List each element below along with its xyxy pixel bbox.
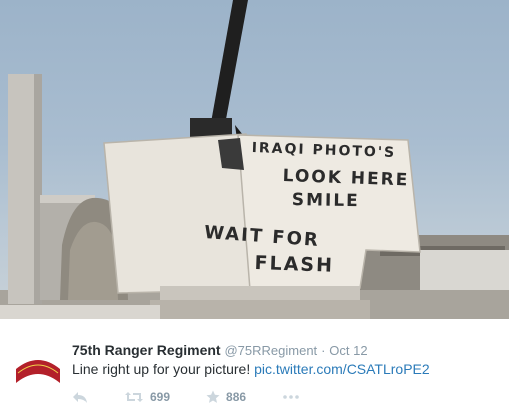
retweet-count: 699 [150,390,171,404]
sign-line-5: FLASH [254,252,335,277]
tweet-actions: 699 886 [72,388,336,406]
favorite-button[interactable]: 886 [206,390,246,404]
tweet-text: Line right up for your picture! pic.twit… [72,361,430,377]
tweet-date[interactable]: Oct 12 [329,343,367,358]
author-name[interactable]: 75th Ranger Regiment [72,342,221,358]
star-icon [206,390,220,403]
avatar[interactable] [14,343,62,391]
more-dots-icon [283,395,299,399]
sign-line-3: SMILE [291,190,360,212]
tweet-author: 75th Ranger Regiment @75RRegiment · Oct … [72,342,368,358]
more-button[interactable] [282,394,300,400]
reply-icon [73,392,87,403]
author-handle[interactable]: @75RRegiment [224,343,317,358]
tweet-card: 75th Ranger Regiment @75RRegiment · Oct … [0,319,509,416]
retweet-button[interactable]: 699 [124,390,170,404]
retweet-icon [125,392,143,402]
reply-button[interactable] [72,390,88,404]
separator-dot: · [321,343,326,358]
tweet-body: Line right up for your picture! [72,361,251,377]
tweet-link[interactable]: pic.twitter.com/CSATLroPE2 [254,361,430,377]
tweet-photo[interactable]: IRAQI PHOTO'S LOOK HERE SMILE WAIT FOR F… [0,0,509,319]
ranger-tab-icon [16,360,60,383]
favorite-count: 886 [226,390,247,404]
